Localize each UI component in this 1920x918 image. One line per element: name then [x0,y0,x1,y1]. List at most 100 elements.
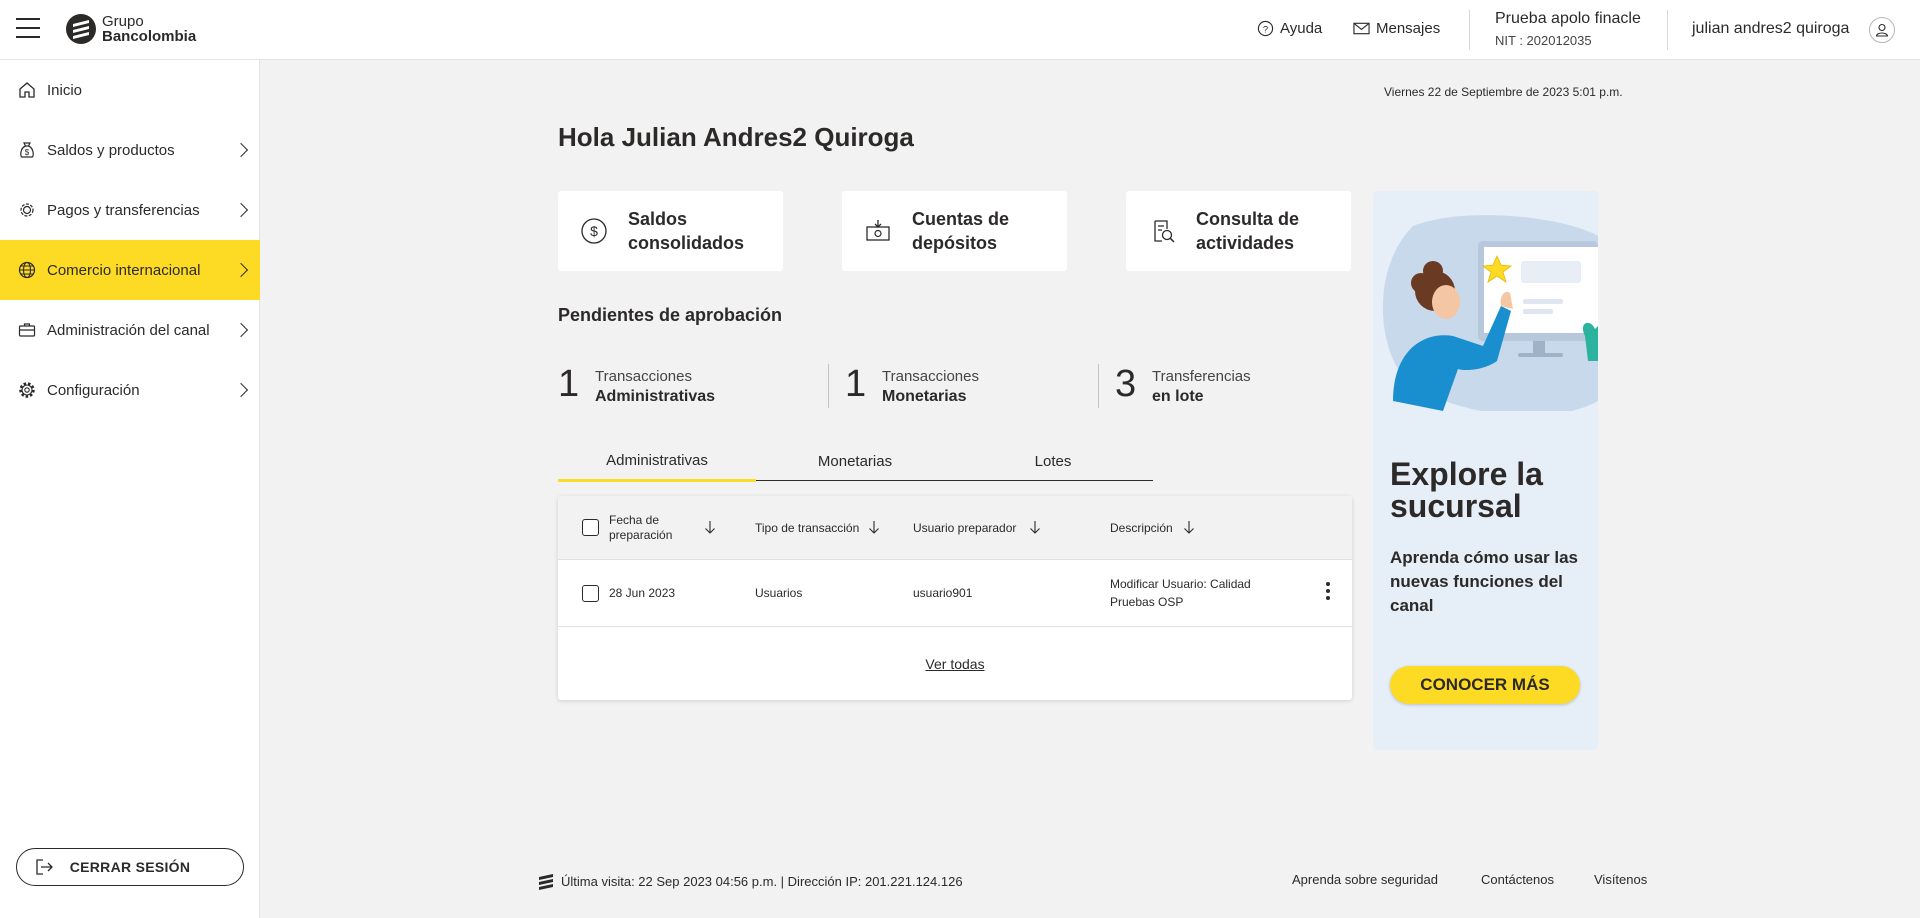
company-info: Prueba apolo finacle NIT : 202012035 [1495,10,1641,48]
pending-label: Transacciones [595,368,692,385]
shortcut-label: depósitos [912,233,998,253]
logout-button[interactable]: CERRAR SESIÓN [16,848,244,886]
sidebar-item-saldos[interactable]: $ Saldos y productos [0,120,260,180]
sidebar-item-comercio[interactable]: Comercio internacional [0,240,260,300]
cell-user: usuario901 [913,586,973,600]
footer-link-visit[interactable]: Visítenos [1594,872,1647,887]
hamburger-menu-icon[interactable] [16,18,40,40]
help-link[interactable]: ? Ayuda [1257,20,1322,37]
help-label: Ayuda [1280,20,1323,37]
home-icon [16,79,38,101]
cell-type: Usuarios [755,586,803,600]
row-checkbox[interactable] [582,585,599,602]
sort-arrow-icon[interactable] [1029,520,1041,534]
sidebar-item-administracion[interactable]: Administración del canal [0,300,260,360]
user-name[interactable]: julian andres2 quiroga [1692,20,1849,38]
shortcut-cuentas-depositos[interactable]: Cuentas de depósitos [842,191,1067,271]
page-title: Hola Julian Andres2 Quiroga [558,122,914,152]
svg-text:$: $ [590,223,598,239]
svg-text:$: $ [25,148,30,157]
divider [828,364,829,408]
logo-text-bancolombia: Bancolombia [102,28,197,45]
sidebar-item-configuracion[interactable]: Configuración [0,360,260,420]
promo-title: Explore la sucursal [1390,456,1543,524]
sort-arrow-icon[interactable] [704,520,716,534]
pending-label: Transacciones [882,368,979,385]
learn-more-button[interactable]: CONOCER MÁS [1390,666,1580,704]
last-visit-info: Última visita: 22 Sep 2023 04:56 p.m. | … [537,872,963,890]
table-row[interactable]: 28 Jun 2023 Usuarios usuario901 Modifica… [558,560,1352,627]
pending-label: Transferencias [1152,368,1251,385]
dollar-circle-icon: $ [580,217,608,245]
deposit-icon [864,217,892,245]
pending-label-bold: Monetarias [882,388,967,405]
sidebar-item-label: Administración del canal [47,321,210,339]
shortcut-consulta-actividades[interactable]: Consulta de actividades [1126,191,1351,271]
divider [1098,364,1099,408]
more-options-icon[interactable] [1325,582,1331,604]
column-header-fecha: Fecha de preparación [609,513,673,542]
header-divider [1469,10,1470,50]
pending-approval-title: Pendientes de aprobación [558,305,783,325]
logout-label: CERRAR SESIÓN [69,859,191,875]
chevron-right-icon [233,382,249,398]
column-header-usuario: Usuario preparador [913,521,1017,535]
pending-label-bold: Administrativas [595,388,716,405]
company-nit: NIT : 202012035 [1495,33,1592,48]
pending-label-bold: en lote [1152,388,1204,405]
pending-table: Fecha de preparación Tipo de transacción… [558,496,1352,700]
tab-administrativas[interactable]: Administrativas [558,442,756,482]
shortcut-label: Saldos [628,209,688,229]
messages-label: Mensajes [1376,20,1441,37]
cell-date: 28 Jun 2023 [609,586,676,600]
pending-tabs: Administrativas Monetarias Lotes [558,442,1153,482]
sort-arrow-icon[interactable] [1183,520,1195,534]
current-datetime: Viernes 22 de Septiembre de 2023 5:01 p.… [1384,85,1623,99]
pending-count: 3 [1115,363,1137,405]
see-all-link[interactable]: Ver todas [558,656,1352,672]
tab-lotes[interactable]: Lotes [954,442,1152,481]
tab-monetarias[interactable]: Monetarias [756,442,954,481]
user-profile-icon[interactable] [1869,17,1895,43]
logo-text-grupo: Grupo [102,13,144,30]
company-name: Prueba apolo finacle [1495,10,1641,27]
chevron-right-icon [233,142,249,158]
footer-link-contact[interactable]: Contáctenos [1481,872,1554,887]
bancolombia-logo[interactable]: Grupo Bancolombia [66,14,196,44]
sidebar-item-label: Inicio [47,81,83,99]
promo-card: Explore la sucursal Aprenda cómo usar la… [1373,191,1598,750]
mail-icon [1353,22,1370,35]
shortcut-label: consolidados [628,233,745,253]
table-header: Fecha de preparación Tipo de transacción… [558,496,1352,560]
pending-count: 1 [845,363,867,405]
footer-link-security[interactable]: Aprenda sobre seguridad [1292,872,1438,887]
promo-illustration [1382,215,1598,411]
sidebar: Inicio $ Saldos y productos Pagos y tran… [0,60,260,918]
cell-description: Modificar Usuario: Calidad Pruebas OSP [1110,577,1251,609]
shortcut-label: Consulta de [1196,209,1300,229]
shortcut-label: Cuentas de [912,209,1010,229]
logout-icon [36,859,53,875]
money-bag-icon: $ [16,139,38,161]
bancolombia-mini-logo-icon [539,874,553,890]
help-icon: ? [1257,20,1274,37]
sidebar-item-label: Saldos y productos [47,141,175,159]
chevron-right-icon [233,202,249,218]
column-header-tipo: Tipo de transacción [755,521,860,535]
briefcase-icon [16,319,38,341]
sidebar-item-label: Configuración [47,381,140,399]
bancolombia-logo-mark [66,14,96,44]
sidebar-item-pagos[interactable]: Pagos y transferencias [0,180,260,240]
shortcut-saldos-consolidados[interactable]: $ Saldos consolidados [558,191,783,271]
column-header-descripcion: Descripción [1110,521,1173,535]
select-all-checkbox[interactable] [582,519,599,536]
sidebar-item-inicio[interactable]: Inicio [0,60,260,120]
messages-link[interactable]: Mensajes [1353,20,1440,37]
shortcut-label: actividades [1196,233,1295,253]
promo-subtitle: Aprenda cómo usar las nuevas funciones d… [1390,548,1579,615]
top-header: Grupo Bancolombia ? Ayuda Mensajes Prueb… [0,0,1920,60]
header-divider [1667,10,1668,50]
sidebar-item-label: Pagos y transferencias [47,201,200,219]
svg-text:?: ? [1263,24,1268,35]
sort-arrow-icon[interactable] [868,520,880,534]
